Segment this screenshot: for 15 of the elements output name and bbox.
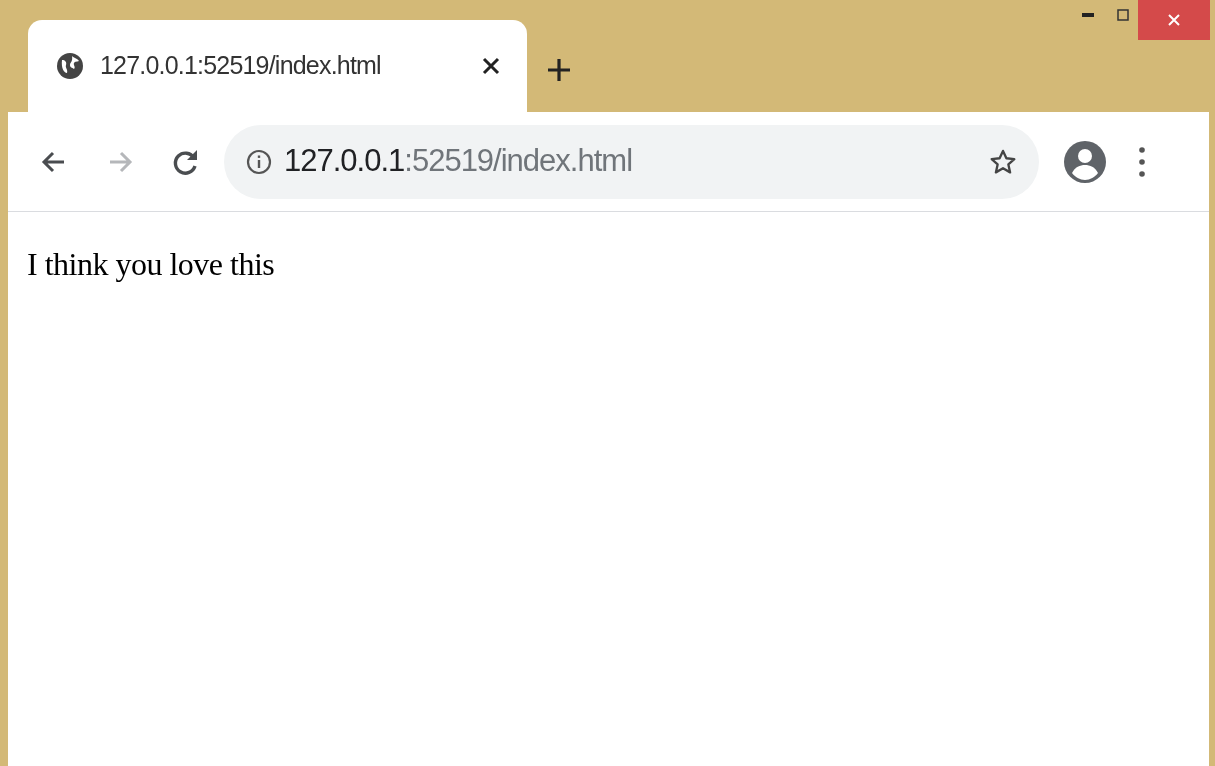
plus-icon: [546, 57, 572, 83]
menu-icon: [1139, 146, 1145, 177]
browser-tab[interactable]: 127.0.0.1:52519/index.html: [28, 20, 527, 112]
minimize-icon: [1082, 13, 1094, 17]
maximize-icon: [1117, 9, 1129, 21]
url-text: 127.0.0.1:52519/index.html: [284, 142, 632, 181]
address-bar[interactable]: 127.0.0.1:52519/index.html: [224, 124, 1039, 199]
person-icon: [1063, 139, 1107, 184]
close-icon: [482, 57, 500, 75]
info-icon: [246, 148, 272, 175]
close-icon: [1168, 14, 1180, 26]
tab-title: 127.0.0.1:52519/index.html: [100, 50, 381, 82]
globe-icon: [56, 52, 84, 80]
page-text: I think you love this: [27, 245, 276, 284]
star-icon: [989, 147, 1017, 176]
